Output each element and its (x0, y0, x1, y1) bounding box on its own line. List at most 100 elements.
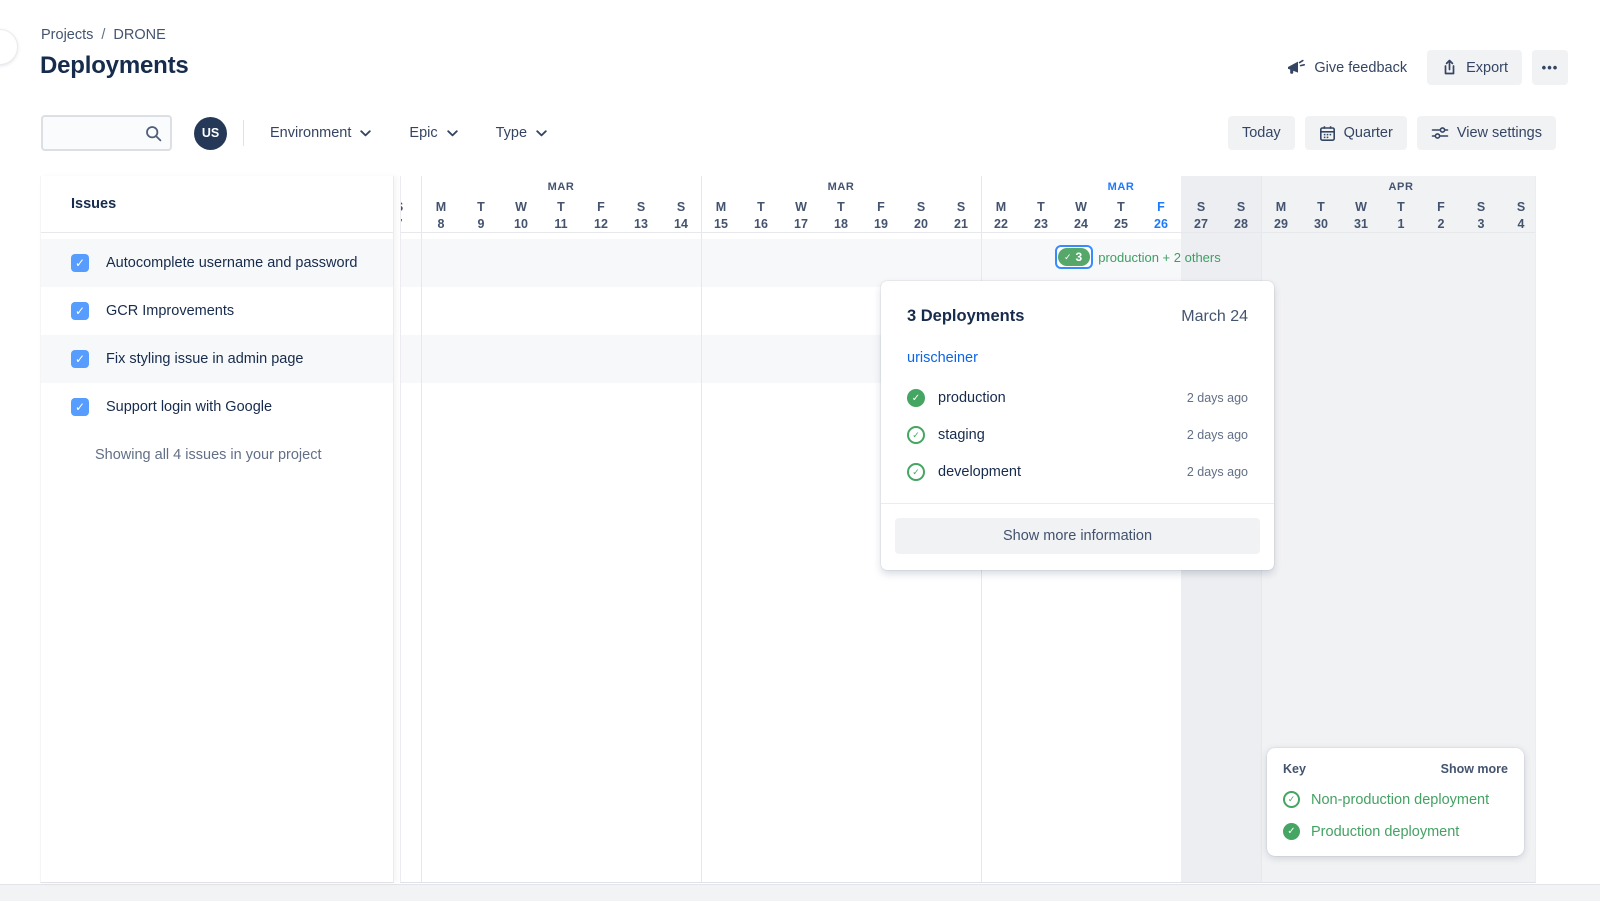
chevron-down-icon (447, 130, 458, 137)
show-more-information-button[interactable]: Show more information (895, 518, 1260, 554)
day-letter: T (461, 200, 501, 217)
calendar-week: MARM8T9W10T11F12S13S14 (421, 176, 701, 232)
day-letter: S (661, 200, 701, 217)
search-icon (145, 125, 162, 142)
more-actions-button[interactable]: ••• (1532, 50, 1568, 85)
environment-filter-dropdown[interactable]: Environment (258, 117, 383, 149)
popup-user-link[interactable]: urischeiner (881, 326, 1274, 366)
calendar-day: T30 (1301, 200, 1341, 231)
day-number: 27 (1181, 217, 1221, 231)
quarter-label: Quarter (1344, 125, 1393, 141)
chevron-down-icon (360, 130, 371, 137)
type-filter-dropdown[interactable]: Type (484, 117, 559, 149)
day-letter: T (541, 200, 581, 217)
day-number: 23 (1021, 217, 1061, 231)
issue-row[interactable]: ✓Fix styling issue in admin page (41, 335, 393, 383)
day-number: 22 (981, 217, 1021, 231)
search-input[interactable] (53, 124, 145, 142)
issue-checkbox[interactable]: ✓ (71, 302, 89, 320)
non-production-check-icon: ✓ (1283, 791, 1300, 808)
day-letter: M (1261, 200, 1301, 217)
epic-filter-label: Epic (409, 125, 437, 141)
environment-name: staging (938, 427, 1187, 443)
environment-row: ✓production2 days ago (907, 389, 1248, 407)
issue-row[interactable]: ✓Autocomplete username and password (41, 239, 393, 287)
calendar-day: W10 (501, 200, 541, 231)
day-letter: T (821, 200, 861, 217)
issues-panel: Issues ✓Autocomplete username and passwo… (40, 176, 394, 883)
day-letter: W (1341, 200, 1381, 217)
export-icon (1441, 59, 1458, 76)
popup-title: 3 Deployments (907, 307, 1024, 326)
avatar[interactable]: US (194, 117, 227, 150)
key-item-label: Non-production deployment (1311, 792, 1489, 808)
calendar-day: F19 (861, 200, 901, 231)
week-separator (701, 176, 702, 883)
today-label: Today (1242, 125, 1281, 141)
calendar-day: W31 (1341, 200, 1381, 231)
calendar-week: APRM29T30W31T1F2S3S4 (1261, 176, 1536, 232)
day-number: 18 (821, 217, 861, 231)
quarter-button[interactable]: Quarter (1305, 116, 1407, 150)
calendar-day: M29 (1261, 200, 1301, 231)
calendar-day: S13 (621, 200, 661, 231)
issue-checkbox[interactable]: ✓ (71, 350, 89, 368)
calendar-day: S14 (661, 200, 701, 231)
calendar-day: W24 (1061, 200, 1101, 231)
calendar-day: S20 (901, 200, 941, 231)
day-letter: S (621, 200, 661, 217)
day-number: 9 (461, 217, 501, 231)
calendar-day: T25 (1101, 200, 1141, 231)
day-number: 19 (861, 217, 901, 231)
issue-row[interactable]: ✓ Support login with Google (41, 383, 393, 431)
day-number: 12 (581, 217, 621, 231)
epic-filter-dropdown[interactable]: Epic (397, 117, 469, 149)
chevron-down-icon (536, 130, 547, 137)
calendar-day: F26 (1141, 200, 1181, 231)
calendar-week: S7 (401, 176, 421, 232)
sidebar-collapse-button[interactable] (0, 29, 18, 65)
environment-row: ✓staging2 days ago (907, 426, 1248, 444)
environment-name: production (938, 390, 1187, 406)
check-icon: ✓ (1064, 252, 1072, 263)
popup-header: 3 Deployments March 24 (881, 281, 1274, 326)
day-number: 31 (1341, 217, 1381, 231)
non-production-check-icon: ✓ (907, 463, 925, 481)
type-filter-label: Type (496, 125, 527, 141)
day-number: 30 (1301, 217, 1341, 231)
non-production-check-icon: ✓ (907, 426, 925, 444)
key-show-more-link[interactable]: Show more (1441, 762, 1508, 776)
day-letter: F (1141, 200, 1181, 217)
week-days: M15T16W17T18F19S20S21 (701, 200, 981, 231)
day-letter: S (1461, 200, 1501, 217)
breadcrumb-project-link[interactable]: DRONE (113, 27, 165, 43)
sliders-icon (1431, 125, 1449, 141)
calendar-day: W17 (781, 200, 821, 231)
day-letter: M (981, 200, 1021, 217)
header-actions: Give feedback Export ••• (1276, 50, 1568, 85)
day-letter: W (1061, 200, 1101, 217)
export-button[interactable]: Export (1427, 50, 1522, 85)
month-label: MAR (701, 176, 981, 200)
ellipsis-icon: ••• (1542, 60, 1559, 75)
view-settings-button[interactable]: View settings (1417, 116, 1556, 150)
give-feedback-button[interactable]: Give feedback (1276, 53, 1417, 82)
calendar-day: T9 (461, 200, 501, 231)
export-label: Export (1466, 60, 1508, 76)
day-number: 2 (1421, 217, 1461, 231)
environment-time: 2 days ago (1187, 391, 1248, 405)
deployment-marker-group: ✓ 3 production + 2 others (1055, 245, 1221, 269)
issue-row[interactable]: ✓GCR Improvements (41, 287, 393, 335)
calendar-day: S28 (1221, 200, 1261, 231)
today-button[interactable]: Today (1228, 116, 1295, 150)
issues-list: ✓Autocomplete username and password✓GCR … (41, 233, 393, 479)
deployment-marker-label[interactable]: production + 2 others (1098, 250, 1221, 265)
deployment-badge[interactable]: ✓ 3 (1055, 245, 1093, 269)
issue-checkbox[interactable]: ✓ (71, 254, 89, 272)
bottom-scroll-strip[interactable] (0, 884, 1600, 901)
issue-checkbox[interactable]: ✓ (71, 398, 89, 416)
day-number: 20 (901, 217, 941, 231)
breadcrumb-projects-link[interactable]: Projects (41, 27, 93, 43)
day-number: 13 (621, 217, 661, 231)
issue-title: Support login with Google (106, 399, 272, 415)
